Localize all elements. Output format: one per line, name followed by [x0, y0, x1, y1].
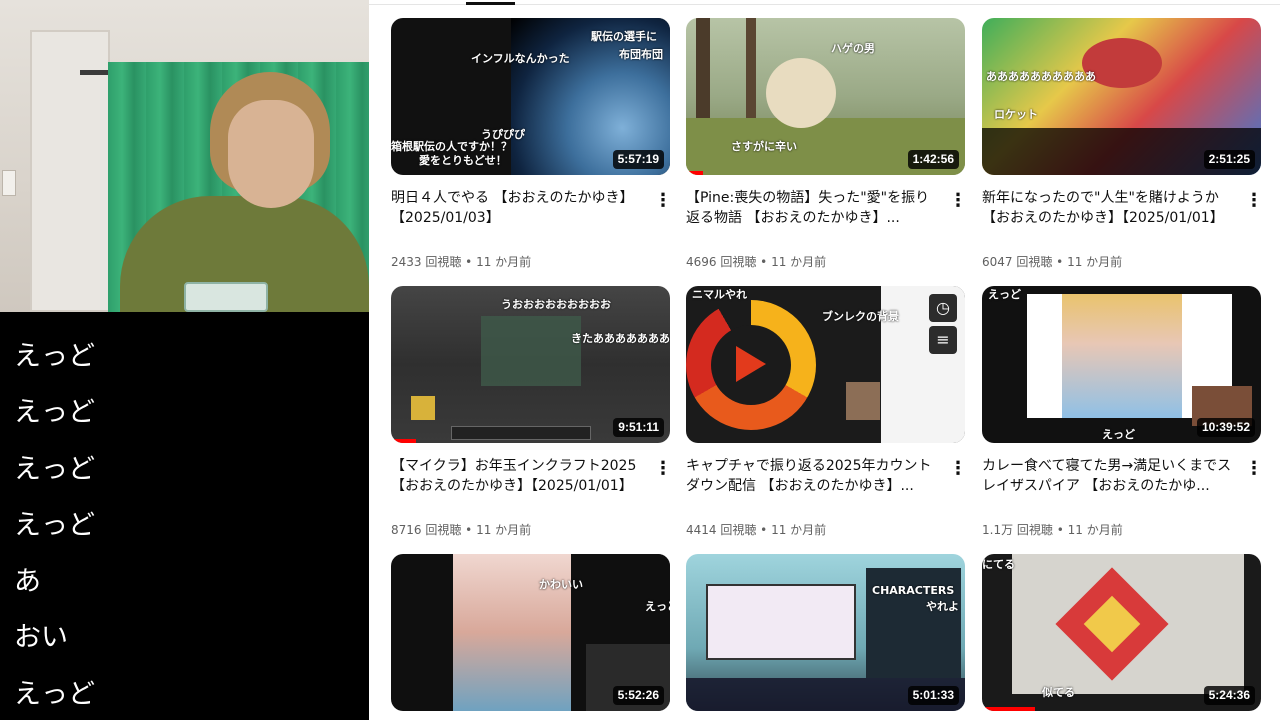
video-card[interactable]: ニマルやれ ブンレクの背景 ◷ ≡ キャプチャで振り返る2025年カウントダウン… [686, 286, 967, 537]
thumbnail-overlay-text: ニマルやれ [692, 288, 747, 301]
chat-message: えっど [14, 341, 95, 372]
view-count: 8716 回視聴 [391, 523, 462, 537]
upload-age: 11 か月前 [771, 255, 827, 269]
video-thumbnail[interactable]: CHARACTERS やれよ 5:01:33 [686, 554, 965, 711]
thumbnail-overlay-text: かわいい [539, 578, 583, 591]
video-duration: 1:42:56 [907, 150, 959, 169]
video-title[interactable]: キャプチャで振り返る2025年カウントダウン配信 【おおえのたかゆき】... [686, 456, 941, 496]
video-duration: 5:52:26 [612, 686, 664, 705]
video-card[interactable]: えっど かわいい 5:52:26 [391, 554, 670, 711]
active-tab-indicator [466, 2, 515, 5]
view-count: 2433 回視聴 [391, 255, 462, 269]
chat-message: あ [14, 566, 41, 598]
thumbnail-overlay-text: 駅伝の選手に [591, 30, 657, 43]
thumbnail-overlay-text: インフルなんかった [471, 52, 570, 65]
video-card[interactable]: CHARACTERS やれよ 5:01:33 [686, 554, 965, 711]
view-count: 4696 回視聴 [686, 255, 757, 269]
queue-icon[interactable]: ≡ [929, 326, 957, 354]
thumbnail-overlay-text: さすがに辛い [731, 140, 797, 153]
video-duration: 5:57:19 [612, 150, 664, 169]
video-card[interactable]: ああああああああああ ロケット 2:51:25 新年になったので"人生"を賭けよ… [982, 18, 1263, 269]
video-card[interactable]: ハゲの男 さすがに辛い 1:42:56 【Pine:喪失の物語】失った"愛"を振… [686, 18, 967, 269]
upload-age: 11 か月前 [476, 523, 532, 537]
video-meta: 2433 回視聴 • 11 か月前 [391, 255, 532, 269]
video-duration: 2:51:25 [1203, 150, 1255, 169]
thumbnail-overlay-text: やれよ [926, 600, 959, 613]
upload-age: 11 か月前 [476, 255, 532, 269]
video-meta: 4696 回視聴 • 11 か月前 [686, 255, 827, 269]
watch-progress [982, 707, 1035, 711]
upload-age: 11 か月前 [1067, 255, 1123, 269]
chat-message: えっど [14, 453, 95, 485]
chat-message: えっど [14, 509, 95, 541]
video-card[interactable]: インフルなんかった 駅伝の選手に 布団布団 うぴぴぴ 箱根駅伝の人ですか！？ 愛… [391, 18, 672, 269]
video-thumbnail[interactable]: ニマルやれ ブンレクの背景 ◷ ≡ [686, 286, 965, 443]
more-vert-icon[interactable]: ⋮ [654, 190, 672, 212]
streamer-webcam [0, 0, 369, 312]
video-meta: 6047 回視聴 • 11 か月前 [982, 255, 1123, 269]
chat-overlay: えっど えっど えっど えっど あ おい えっど [0, 312, 369, 720]
thumbnail-overlay-text: えっど [988, 288, 1021, 301]
thumbnail-overlay-text: ロケット [994, 108, 1038, 121]
watch-progress [391, 439, 417, 443]
thumbnail-overlay-text: にてる [982, 558, 1015, 571]
thumbnail-overlay-text: うおおおおおおおおお [501, 298, 611, 311]
thumbnail-overlay-text: ブンレクの背景 [822, 310, 899, 323]
video-thumbnail[interactable]: にてる 似てる 5:24:36 [982, 554, 1261, 711]
video-title[interactable]: 明日４人でやる 【おおえのたかゆき】【2025/01/03】 [391, 188, 646, 228]
clock-icon[interactable]: ◷ [929, 294, 957, 322]
chat-message: おい [14, 622, 68, 654]
video-card[interactable]: にてる 似てる 5:24:36 [982, 554, 1261, 711]
video-thumbnail[interactable]: うおおおおおおおおお きたあああああああ 9:51:11 [391, 286, 670, 443]
video-thumbnail[interactable]: えっど かわいい 5:52:26 [391, 554, 670, 711]
video-duration: 5:01:33 [907, 686, 959, 705]
video-grid: インフルなんかった 駅伝の選手に 布団布団 うぴぴぴ 箱根駅伝の人ですか！？ 愛… [369, 0, 1280, 720]
thumbnail-overlay-text: ああああああああああ [986, 70, 1096, 83]
video-thumbnail[interactable]: ハゲの男 さすがに辛い 1:42:56 [686, 18, 965, 175]
video-title[interactable]: 新年になったので"人生"を賭けようか【おおえのたかゆき】【2025/01/01】 [982, 188, 1237, 228]
thumbnail-overlay-text: CHARACTERS [872, 584, 955, 597]
thumbnail-overlay-text: 布団布団 [619, 48, 663, 61]
upload-age: 11 か月前 [771, 523, 827, 537]
video-thumbnail[interactable]: インフルなんかった 駅伝の選手に 布団布団 うぴぴぴ 箱根駅伝の人ですか！？ 愛… [391, 18, 670, 175]
chat-message: えっど [14, 397, 95, 429]
video-meta: 8716 回視聴 • 11 か月前 [391, 523, 532, 537]
more-vert-icon[interactable]: ⋮ [654, 458, 672, 480]
thumbnail-overlay-text: きたあああああああ [571, 332, 670, 345]
upload-age: 11 か月前 [1067, 523, 1123, 537]
video-card[interactable]: えっど えっど 10:39:52 カレー食べて寝てた男→満足いくまでスレイザスパ… [982, 286, 1263, 537]
thumbnail-overlay-text: えっど [645, 600, 670, 613]
view-count: 6047 回視聴 [982, 255, 1053, 269]
thumbnail-overlay-text: ハゲの男 [831, 42, 875, 55]
chat-message: えっど [14, 678, 95, 710]
video-duration: 10:39:52 [1196, 418, 1255, 437]
video-title[interactable]: 【Pine:喪失の物語】失った"愛"を振り返る物語 【おおえのたかゆき】... [686, 188, 941, 228]
video-duration: 5:24:36 [1203, 686, 1255, 705]
more-vert-icon[interactable]: ⋮ [1245, 458, 1263, 480]
video-duration: 9:51:11 [613, 418, 664, 437]
watch-progress [686, 171, 703, 175]
thumbnail-overlay-text: 似てる [1042, 686, 1075, 699]
video-thumbnail[interactable]: ああああああああああ ロケット 2:51:25 [982, 18, 1261, 175]
thumbnail-overlay-text: 愛をとりもどせ！ [419, 154, 507, 167]
more-vert-icon[interactable]: ⋮ [949, 190, 967, 212]
view-count: 4414 回視聴 [686, 523, 757, 537]
light-switch [2, 170, 16, 196]
video-title[interactable]: カレー食べて寝てた男→満足いくまでスレイザスパイア 【おおえのたかゆ... [982, 456, 1237, 496]
video-card[interactable]: うおおおおおおおおお きたあああああああ 9:51:11 【マイクラ】お年玉イン… [391, 286, 672, 537]
video-meta: 1.1万 回視聴 • 11 か月前 [982, 523, 1123, 537]
more-vert-icon[interactable]: ⋮ [1245, 190, 1263, 212]
view-count: 1.1万 回視聴 [982, 523, 1053, 537]
video-meta: 4414 回視聴 • 11 か月前 [686, 523, 827, 537]
video-title[interactable]: 【マイクラ】お年玉インクラフト2025【おおえのたかゆき】【2025/01/01… [391, 456, 646, 496]
cup [184, 282, 268, 312]
thumbnail-overlay-text: えっど [1102, 428, 1135, 441]
more-vert-icon[interactable]: ⋮ [949, 458, 967, 480]
video-thumbnail[interactable]: えっど えっど 10:39:52 [982, 286, 1261, 443]
streamer-face [228, 100, 314, 208]
